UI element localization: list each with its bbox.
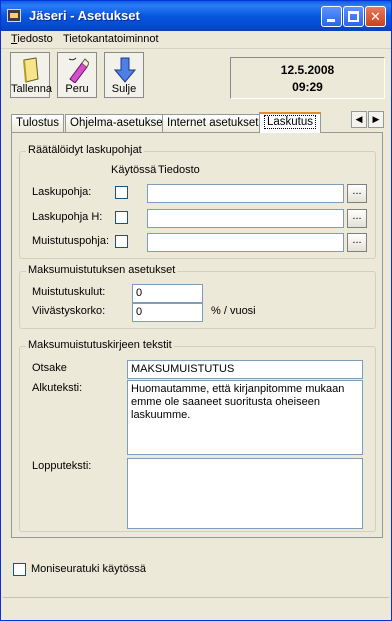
date-text: 12.5.2008 — [280, 63, 335, 77]
eraser-icon — [68, 57, 89, 83]
invoice-template-h-checkbox[interactable] — [115, 211, 128, 224]
invoice-template-field[interactable] — [147, 184, 344, 203]
reminder-settings-group: Maksumuistutuksen asetukset Muistutuskul… — [19, 264, 376, 329]
reminder-letter-group: Maksumuistutuskirjeen tekstit Otsake MAK… — [19, 339, 376, 532]
tab-laskutus[interactable]: Laskutus — [259, 112, 322, 133]
tab-strip: Tulostus Ohjelma-asetukset Internet aset… — [11, 112, 391, 133]
undo-label: Peru — [65, 83, 89, 95]
tab-internet-asetukset[interactable]: Internet asetukset — [162, 114, 264, 132]
subject-label: Otsake — [32, 362, 67, 374]
time-text: 09:29 — [292, 80, 323, 94]
maximize-button[interactable] — [343, 6, 364, 27]
undo-button[interactable]: Peru — [57, 52, 97, 98]
intro-text-area[interactable]: Huomautamme, että kirjanpitomme mukaan e… — [127, 380, 363, 455]
tab-ohjelma-asetukset[interactable]: Ohjelma-asetukset — [65, 114, 171, 132]
invoice-template-h-field[interactable] — [147, 209, 344, 228]
datetime-display: 12.5.2008 09:29 — [230, 57, 385, 99]
reminder-template-browse-button[interactable]: ... — [347, 233, 367, 252]
save-label: Tallenna — [11, 83, 52, 95]
settings-window: Jäseri - Asetukset ✕ Tiedosto Tietokanta… — [0, 0, 392, 621]
reminder-template-field[interactable] — [147, 233, 344, 252]
multiclub-checkbox[interactable] — [13, 563, 26, 576]
title-bar[interactable]: Jäseri - Asetukset ✕ — [1, 1, 391, 31]
reminder-letter-title: Maksumuistutuskirjeen tekstit — [26, 339, 174, 351]
menu-bar: Tiedosto Tietokantatoiminnot — [1, 31, 391, 49]
late-interest-field[interactable]: 0 — [132, 303, 203, 322]
invoice-template-label: Laskupohja: — [32, 186, 92, 198]
chevron-right-icon: ▶ — [372, 114, 380, 124]
reminder-fee-field[interactable]: 0 — [132, 284, 203, 303]
menu-file[interactable]: Tiedosto — [9, 33, 55, 45]
menu-database[interactable]: Tietokantatoiminnot — [61, 33, 161, 45]
templates-group-title: Räätälöidyt laskupohjat — [26, 144, 144, 156]
app-icon — [7, 9, 21, 22]
minimize-button[interactable] — [321, 6, 342, 27]
close-icon: ✕ — [370, 9, 381, 24]
outro-text-label: Lopputeksti: — [32, 460, 92, 472]
close-window-button[interactable]: ✕ — [365, 6, 386, 27]
subject-field[interactable]: MAKSUMUISTUTUS — [127, 360, 363, 379]
reminder-template-label: Muistutuspohja: — [32, 235, 110, 247]
invoice-template-browse-button[interactable]: ... — [347, 184, 367, 203]
menu-file-label: iedosto — [17, 33, 53, 45]
multiclub-label: Moniseuratuki käytössä — [31, 563, 146, 575]
col-file-header: Tiedosto — [158, 164, 200, 176]
save-icon — [23, 57, 39, 83]
chevron-left-icon: ◀ — [355, 114, 363, 124]
arrow-down-icon — [114, 57, 136, 83]
minimize-icon — [327, 19, 335, 22]
invoice-template-checkbox[interactable] — [115, 186, 128, 199]
maximize-icon — [348, 11, 359, 22]
close-label: Sulje — [111, 83, 137, 95]
tab-laskutus-label: Laskutus — [264, 115, 317, 129]
reminder-settings-title: Maksumuistutuksen asetukset — [26, 264, 178, 276]
invoice-template-h-label: Laskupohja H: — [32, 211, 103, 223]
col-use-header: Käytössä — [111, 164, 157, 176]
laskutus-panel: Räätälöidyt laskupohjat Käytössä Tiedost… — [11, 132, 383, 538]
late-interest-label: Viivästyskorko: — [32, 305, 106, 317]
tab-scroll-left-button[interactable]: ◀ — [351, 111, 367, 128]
status-bar — [3, 597, 389, 617]
outro-text-area[interactable] — [127, 458, 363, 529]
invoice-template-h-browse-button[interactable]: ... — [347, 209, 367, 228]
templates-group: Räätälöidyt laskupohjat Käytössä Tiedost… — [19, 144, 376, 259]
close-button[interactable]: Sulje — [104, 52, 144, 98]
tab-scroll-right-button[interactable]: ▶ — [368, 111, 384, 128]
intro-text-label: Alkuteksti: — [32, 382, 83, 394]
reminder-template-checkbox[interactable] — [115, 235, 128, 248]
tab-tulostus[interactable]: Tulostus — [11, 114, 65, 132]
window-title: Jäseri - Asetukset — [29, 8, 140, 23]
reminder-fee-label: Muistutuskulut: — [32, 286, 106, 298]
save-button[interactable]: Tallenna — [10, 52, 52, 98]
late-interest-unit: % / vuosi — [211, 305, 256, 317]
